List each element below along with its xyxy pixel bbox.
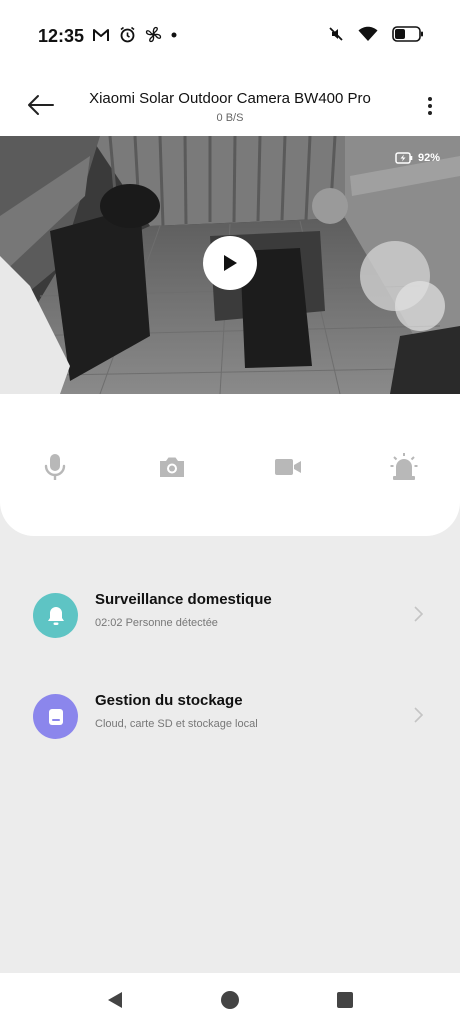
list-item-title: Surveillance domestique: [95, 591, 272, 608]
system-nav-bar: [0, 973, 460, 1027]
app-header: Xiaomi Solar Outdoor Camera BW400 Pro 0 …: [0, 80, 460, 132]
list-item-subtitle: Cloud, carte SD et stockage local: [95, 718, 258, 730]
camera-icon: [160, 457, 184, 477]
gmail-icon: [93, 28, 109, 41]
microphone-button[interactable]: [38, 450, 72, 484]
charging-battery-icon: [395, 152, 413, 164]
play-icon: [224, 255, 237, 271]
status-left-icons: [92, 26, 177, 43]
camera-controls: [0, 440, 460, 494]
list-item-title: Gestion du stockage: [95, 692, 243, 709]
alarm-siren-icon: [390, 453, 418, 480]
nav-home-icon[interactable]: [220, 990, 240, 1010]
status-bar: 12:35: [0, 0, 460, 76]
transfer-speed: 0 B/S: [216, 112, 244, 124]
camera-video-feed[interactable]: 92%: [0, 136, 460, 394]
status-time: 12:35: [38, 26, 85, 46]
camera-battery-badge: 92%: [395, 152, 440, 164]
alarm-icon: [120, 26, 135, 43]
camera-battery-percent: 92%: [417, 152, 440, 164]
more-options-icon[interactable]: [424, 94, 436, 118]
nav-back-icon[interactable]: [105, 990, 125, 1010]
mute-icon: [329, 27, 343, 41]
list-item-surveillance[interactable]: Surveillance domestique 02:02 Personne d…: [0, 577, 460, 657]
battery-icon: [392, 26, 423, 42]
video-record-icon: [275, 459, 301, 475]
surveillance-avatar: [33, 593, 78, 638]
siren-button[interactable]: [387, 450, 421, 484]
microphone-icon: [44, 454, 66, 480]
play-button[interactable]: [203, 236, 257, 290]
dot-icon: [171, 32, 177, 37]
chevron-right-icon: [414, 707, 424, 723]
chevron-right-icon: [414, 606, 424, 622]
status-right-icons: [328, 26, 424, 42]
list-item-subtitle: 02:02 Personne détectée: [95, 617, 218, 629]
bell-icon: [47, 606, 64, 625]
record-button[interactable]: [271, 450, 305, 484]
back-arrow-icon[interactable]: [26, 92, 56, 118]
list-item-storage[interactable]: Gestion du stockage Cloud, carte SD et s…: [0, 678, 460, 758]
wifi-icon: [358, 26, 378, 41]
snapshot-button[interactable]: [155, 450, 189, 484]
storage-icon: [48, 708, 63, 725]
storage-avatar: [33, 694, 78, 739]
device-title: Xiaomi Solar Outdoor Camera BW400 Pro: [89, 90, 371, 107]
top-panel: 12:35 Xiaomi Solar Outdoor Camera BW400 …: [0, 0, 460, 536]
nav-recents-icon[interactable]: [335, 990, 355, 1010]
fan-icon: [145, 26, 162, 43]
